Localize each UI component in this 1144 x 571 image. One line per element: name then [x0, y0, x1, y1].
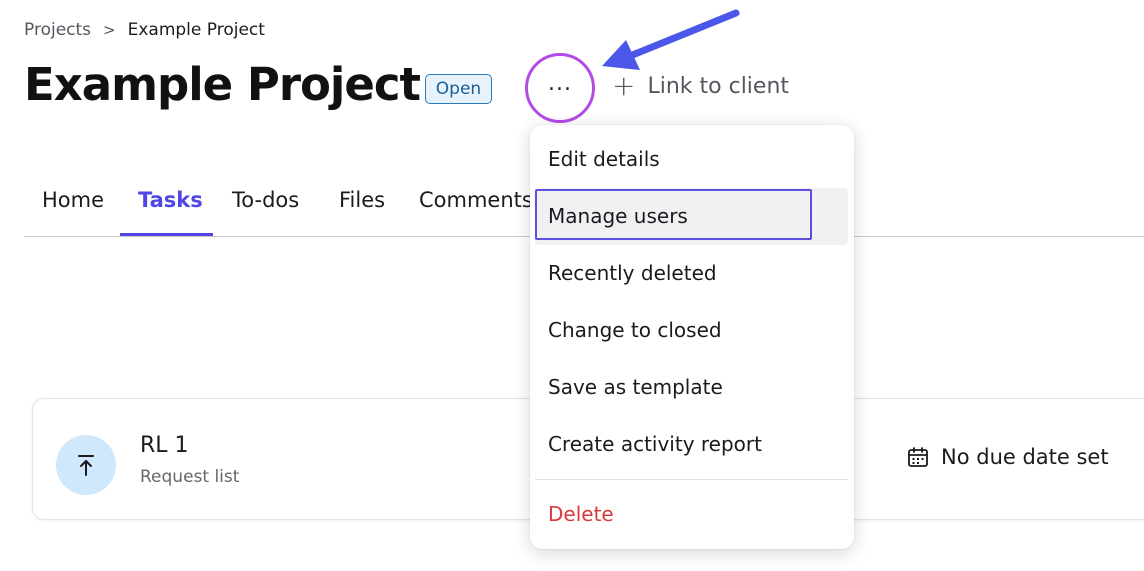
menu-item-manage-users[interactable]: Manage users	[548, 204, 688, 228]
task-title: RL 1	[140, 433, 189, 458]
page-title: Example Project	[24, 58, 421, 111]
menu-item-save-as-template[interactable]: Save as template	[548, 375, 723, 399]
tab-comments[interactable]: Comments	[419, 188, 533, 212]
annotation-arrow-icon	[602, 9, 740, 70]
calendar-icon	[908, 447, 928, 467]
project-options-menu: Edit details Manage users Recently delet…	[530, 125, 854, 549]
tab-tasks[interactable]: Tasks	[138, 188, 203, 212]
status-badge: Open	[425, 74, 492, 104]
menu-divider	[535, 479, 848, 480]
menu-item-edit-details[interactable]: Edit details	[548, 147, 660, 171]
breadcrumb-projects-link[interactable]: Projects	[24, 20, 91, 40]
tab-to-dos[interactable]: To-dos	[232, 188, 299, 212]
breadcrumb: Projects > Example Project	[24, 20, 265, 40]
menu-item-create-activity-report[interactable]: Create activity report	[548, 432, 762, 456]
breadcrumb-current: Example Project	[127, 20, 265, 40]
tab-home[interactable]: Home	[42, 188, 104, 212]
more-options-button[interactable]: ...	[525, 53, 595, 123]
task-subtitle: Request list	[140, 467, 240, 487]
menu-item-delete[interactable]: Delete	[548, 502, 614, 526]
breadcrumb-separator: >	[103, 21, 116, 39]
active-tab-indicator	[120, 233, 213, 236]
more-horizontal-icon: ...	[548, 71, 572, 96]
upload-icon	[56, 435, 116, 495]
menu-item-change-to-closed[interactable]: Change to closed	[548, 318, 722, 342]
due-date[interactable]: No due date set	[907, 445, 1109, 469]
menu-item-recently-deleted[interactable]: Recently deleted	[548, 261, 717, 285]
tab-files[interactable]: Files	[339, 188, 385, 212]
due-date-label: No due date set	[941, 445, 1109, 469]
